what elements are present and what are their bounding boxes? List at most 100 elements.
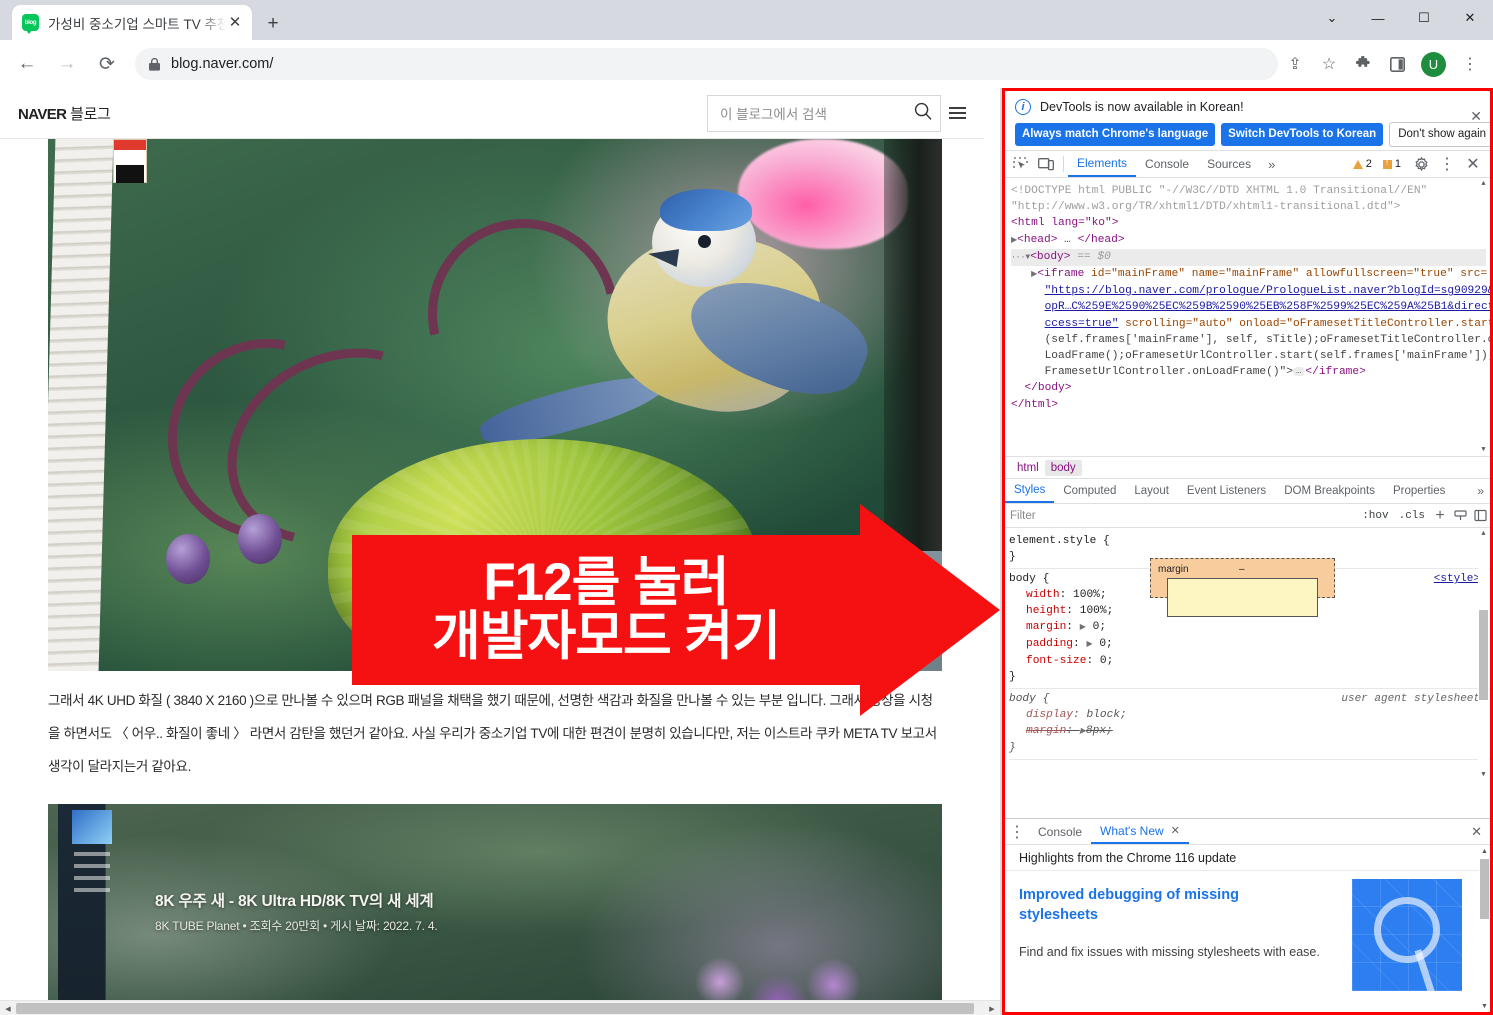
- drawer-scroll-thumb[interactable]: [1480, 859, 1489, 919]
- styles-scroll-down-arrow-icon[interactable]: ▼: [1478, 769, 1489, 781]
- styles-tab-layout[interactable]: Layout: [1125, 479, 1178, 503]
- styles-tab-properties[interactable]: Properties: [1384, 479, 1454, 503]
- dom-tree[interactable]: <!DOCTYPE html PUBLIC "-//W3C//DTD XHTML…: [1005, 178, 1490, 456]
- iframe-src-link-2[interactable]: opR…C%259E%2590%25EC%259B%2590%25EB%258F…: [1045, 301, 1490, 313]
- css-prop-value[interactable]: 0;: [1100, 655, 1113, 667]
- devtools-tab-console[interactable]: Console: [1136, 151, 1198, 177]
- address-bar[interactable]: blog.naver.com/: [135, 48, 1278, 80]
- styles-more-tabs-chevron-icon[interactable]: »: [1477, 484, 1490, 498]
- bookmark-star-icon[interactable]: ☆: [1314, 49, 1344, 79]
- dom-scroll-down-arrow-icon[interactable]: ▼: [1478, 444, 1489, 456]
- devtools-menu-kebab-icon[interactable]: ⋮: [1434, 152, 1460, 176]
- breadcrumb-item-body[interactable]: body: [1044, 459, 1082, 476]
- css-prop-value[interactable]: 100%;: [1073, 589, 1107, 601]
- expand-shorthand-icon[interactable]: ▶: [1080, 623, 1086, 632]
- drawer-more-tools-kebab-icon[interactable]: ⋮: [1005, 822, 1029, 842]
- css-rule-body-user-agent[interactable]: user agent stylesheet body { display: bl…: [1009, 689, 1490, 760]
- styles-filter-input[interactable]: Filter: [1010, 510, 1357, 522]
- scroll-left-arrow-icon[interactable]: ◀: [0, 1001, 16, 1015]
- browser-menu-kebab-icon[interactable]: ⋮: [1455, 49, 1485, 79]
- styles-tab-dom-breakpoints[interactable]: DOM Breakpoints: [1275, 479, 1384, 503]
- css-source-link[interactable]: <style>: [1434, 571, 1480, 587]
- computed-styles-sidebar-icon[interactable]: [1450, 509, 1470, 522]
- forward-button[interactable]: →: [51, 48, 83, 80]
- drawer-tab-close-icon[interactable]: ✕: [1171, 824, 1180, 837]
- page-horizontal-scrollbar[interactable]: ◀ ▶: [0, 1000, 1000, 1015]
- box-model-diagram[interactable]: margin –: [1150, 558, 1335, 617]
- extensions-puzzle-icon[interactable]: [1348, 49, 1378, 79]
- reload-button[interactable]: ⟳: [91, 48, 123, 80]
- error-count-badge[interactable]: 1: [1379, 157, 1405, 171]
- drawer-tab-whats-new[interactable]: What's New ✕: [1091, 819, 1189, 844]
- devtools-close-icon[interactable]: ✕: [1460, 152, 1486, 176]
- iframe-src-link-1[interactable]: "https://blog.naver.com/prologue/Prologu…: [1045, 285, 1490, 297]
- new-style-rule-plus-icon[interactable]: +: [1430, 507, 1450, 525]
- horizontal-scroll-thumb[interactable]: [16, 1003, 974, 1014]
- dom-line-iframe-onload-2[interactable]: (self.frames['mainFrame'], self, sTitle)…: [1011, 332, 1490, 348]
- dont-show-again-button[interactable]: Don't show again: [1389, 122, 1490, 147]
- banner-close-icon[interactable]: ✕: [1470, 109, 1482, 123]
- styles-scroll-up-arrow-icon[interactable]: ▲: [1478, 528, 1489, 540]
- css-prop-value[interactable]: 0;: [1093, 621, 1106, 633]
- dom-line-head[interactable]: ▶<head> … </head>: [1011, 232, 1486, 249]
- share-icon[interactable]: ⇪: [1280, 49, 1310, 79]
- back-button[interactable]: ←: [11, 48, 43, 80]
- css-prop-value[interactable]: 100%;: [1080, 605, 1114, 617]
- tab-search-dropdown-icon[interactable]: ⌄: [1309, 2, 1355, 34]
- expand-shorthand-icon[interactable]: ▶: [1086, 640, 1092, 649]
- whats-new-card-title[interactable]: Improved debugging of missing stylesheet…: [1019, 885, 1319, 925]
- styles-scroll-thumb[interactable]: [1479, 610, 1488, 700]
- dom-line-iframe-onload-4[interactable]: FramesetUrlController.onLoadFrame()">… </…: [1011, 364, 1486, 380]
- avatar[interactable]: U: [1421, 51, 1446, 77]
- whats-new-card[interactable]: Improved debugging of missing stylesheet…: [1005, 871, 1490, 1011]
- drawer-scroll-up-arrow-icon[interactable]: ▲: [1479, 845, 1490, 857]
- dom-tree-scrollbar[interactable]: ▲ ▼: [1478, 178, 1489, 456]
- drawer-scrollbar[interactable]: ▲ ▼: [1479, 845, 1490, 1012]
- dom-line-html-open[interactable]: <html lang="ko">: [1011, 215, 1486, 231]
- maximize-button[interactable]: ☐: [1401, 2, 1447, 34]
- iframe-src-link-3[interactable]: ccess=true": [1045, 318, 1119, 330]
- warning-count-badge[interactable]: 2: [1349, 157, 1376, 171]
- inspect-element-icon[interactable]: [1007, 152, 1033, 176]
- styles-tab-event-listeners[interactable]: Event Listeners: [1178, 479, 1275, 503]
- dom-scroll-up-arrow-icon[interactable]: ▲: [1478, 178, 1489, 190]
- css-declaration[interactable]: display: block;: [1009, 707, 1482, 723]
- minimize-button[interactable]: —: [1355, 2, 1401, 34]
- new-tab-button[interactable]: +: [259, 9, 287, 37]
- browser-tab[interactable]: blog 가성비 중소기업 스마트 TV 추천 ✕: [12, 5, 252, 40]
- switch-devtools-to-korean-button[interactable]: Switch DevTools to Korean: [1221, 123, 1384, 146]
- dom-line-iframe-open[interactable]: ▶<iframe id="mainFrame" name="mainFrame"…: [1011, 266, 1487, 283]
- devtools-tab-sources[interactable]: Sources: [1198, 151, 1260, 177]
- drawer-scroll-down-arrow-icon[interactable]: ▼: [1479, 1000, 1490, 1012]
- styles-tab-styles[interactable]: Styles: [1005, 479, 1055, 503]
- css-declaration[interactable]: margin: ▶8px;: [1009, 723, 1482, 740]
- dom-line-iframe-onload-3[interactable]: LoadFrame();oFramesetUrlController.start…: [1011, 348, 1490, 364]
- device-toolbar-icon[interactable]: [1033, 152, 1059, 176]
- side-panel-icon[interactable]: [1382, 49, 1412, 79]
- toggle-sidebar-icon[interactable]: [1470, 509, 1490, 522]
- dom-line-body-open[interactable]: ···▼<body> == $0: [1011, 248, 1486, 267]
- collapsed-children-ellipsis-icon[interactable]: …: [1292, 366, 1306, 376]
- scroll-right-arrow-icon[interactable]: ▶: [984, 1001, 1000, 1015]
- drawer-tab-console[interactable]: Console: [1029, 819, 1091, 844]
- hov-toggle[interactable]: :hov: [1357, 510, 1393, 522]
- blog-logo[interactable]: NAVER 블로그: [18, 103, 111, 124]
- cls-toggle[interactable]: .cls: [1394, 510, 1430, 522]
- search-icon[interactable]: [914, 102, 932, 125]
- dom-line-iframe-src-2[interactable]: opR…C%259E%2590%25EC%259B%2590%25EB%258F…: [1011, 299, 1490, 315]
- drawer-close-icon[interactable]: ✕: [1471, 824, 1490, 840]
- always-match-chrome-language-button[interactable]: Always match Chrome's language: [1015, 123, 1216, 146]
- gear-icon[interactable]: [1408, 152, 1434, 176]
- breadcrumb-item-html[interactable]: html: [1011, 460, 1045, 476]
- blog-search-box[interactable]: 이 블로그에서 검색: [707, 94, 941, 132]
- more-tabs-chevron-icon[interactable]: »: [1260, 157, 1283, 172]
- box-model-margin-value[interactable]: –: [1239, 562, 1245, 578]
- tab-close-icon[interactable]: ✕: [226, 14, 244, 32]
- css-declaration[interactable]: font-size: 0;: [1009, 653, 1482, 669]
- lock-icon[interactable]: [149, 57, 160, 71]
- styles-tab-computed[interactable]: Computed: [1054, 479, 1125, 503]
- css-declaration[interactable]: padding: ▶ 0;: [1009, 636, 1482, 653]
- devtools-tab-elements[interactable]: Elements: [1068, 151, 1137, 177]
- dom-line-iframe-src-3[interactable]: ccess=true" scrolling="auto" onload="oFr…: [1011, 316, 1490, 332]
- css-prop-value[interactable]: 0;: [1099, 638, 1112, 650]
